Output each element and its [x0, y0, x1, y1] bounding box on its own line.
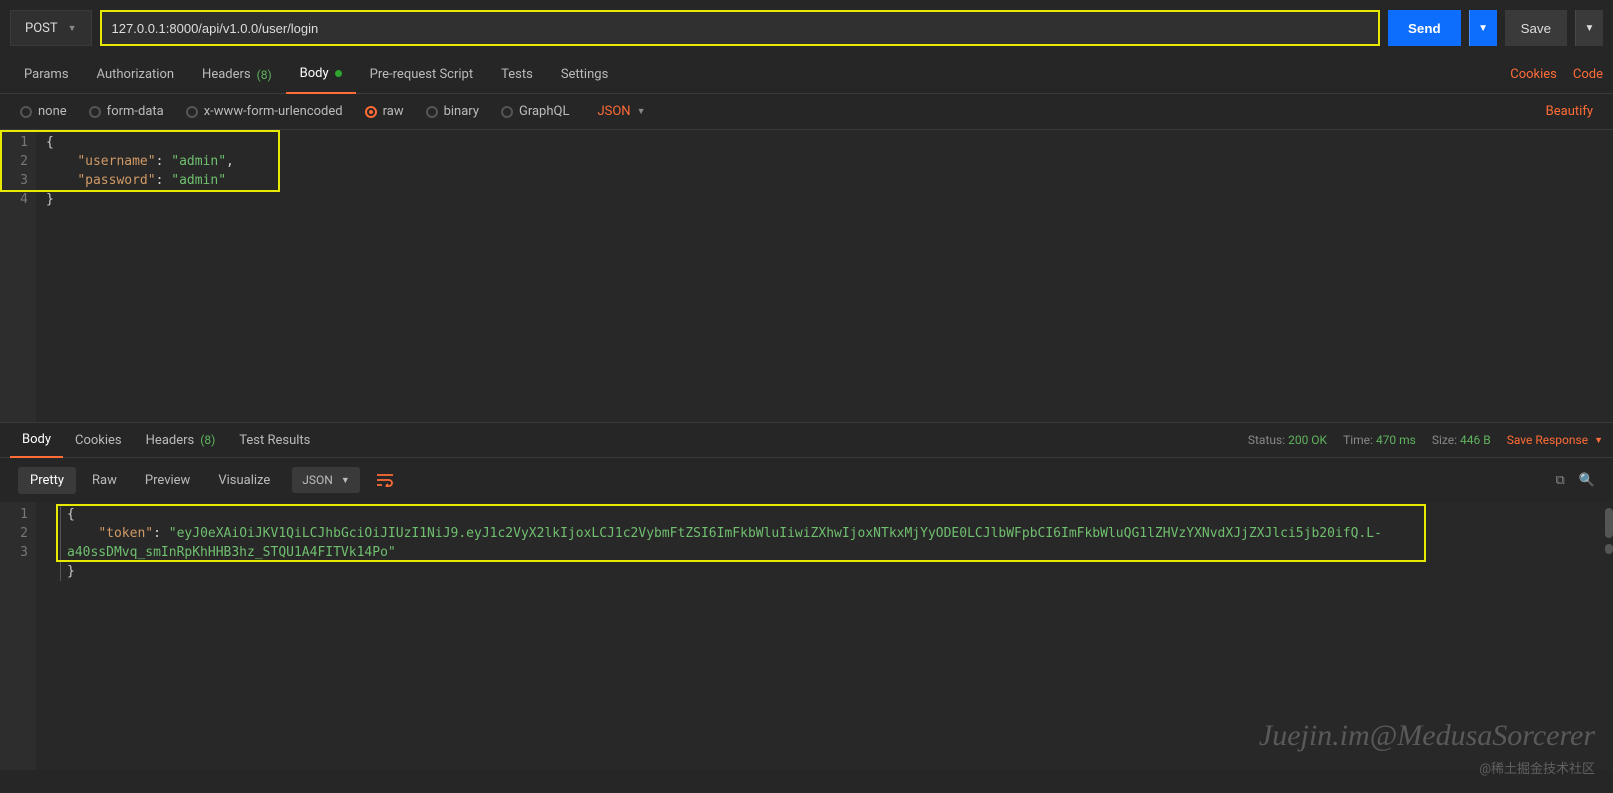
wrap-lines-icon[interactable] [370, 466, 400, 494]
response-language-dropdown[interactable]: JSON ▼ [292, 467, 359, 493]
copy-icon[interactable]: ⧉ [1556, 473, 1565, 488]
radio-icon [501, 106, 513, 118]
body-formdata[interactable]: form-data [89, 104, 164, 119]
chevron-down-icon: ▼ [1594, 435, 1603, 446]
body-none[interactable]: none [20, 104, 67, 119]
status-label: Status: [1248, 433, 1285, 447]
send-dropdown[interactable]: ▼ [1469, 10, 1497, 46]
view-raw[interactable]: Raw [80, 467, 129, 494]
view-preview[interactable]: Preview [133, 467, 202, 494]
tab-body[interactable]: Body [286, 56, 356, 94]
headers-count: (8) [257, 68, 272, 82]
body-raw[interactable]: raw [365, 104, 404, 119]
code-link[interactable]: Code [1573, 67, 1603, 82]
view-visualize[interactable]: Visualize [206, 467, 282, 494]
radio-icon [89, 106, 101, 118]
chevron-down-icon: ▼ [341, 475, 350, 486]
body-language-dropdown[interactable]: JSON ▼ [597, 104, 645, 119]
rtab-headers[interactable]: Headers (8) [134, 422, 228, 458]
tab-body-label: Body [300, 66, 329, 81]
size-value: 446 B [1460, 433, 1491, 447]
chevron-down-icon: ▼ [637, 106, 646, 117]
tab-prerequest[interactable]: Pre-request Script [356, 56, 487, 94]
chevron-down-icon: ▼ [68, 23, 77, 34]
rtab-body[interactable]: Body [10, 422, 63, 458]
size-label: Size: [1432, 433, 1457, 447]
status-value: 200 OK [1288, 433, 1327, 447]
radio-icon [20, 106, 32, 118]
http-method-label: POST [25, 21, 58, 36]
request-tabs: Params Authorization Headers (8) Body Pr… [0, 56, 1613, 94]
highlight-annotation [0, 130, 280, 192]
tab-headers[interactable]: Headers (8) [188, 56, 286, 94]
scrollbar[interactable] [1605, 508, 1613, 538]
save-response-dropdown[interactable]: Save Response ▼ [1507, 433, 1603, 447]
tab-headers-label: Headers [202, 67, 251, 82]
cookies-link[interactable]: Cookies [1510, 67, 1557, 82]
tab-authorization[interactable]: Authorization [83, 56, 189, 94]
request-body-editor[interactable]: 1 2 3 4 { "username": "admin", "password… [0, 130, 1613, 422]
watermark: Juejin.im@MedusaSorcerer [1259, 719, 1595, 753]
view-pretty[interactable]: Pretty [18, 467, 76, 494]
url-input[interactable] [100, 10, 1380, 46]
scrollbar[interactable] [1605, 544, 1613, 554]
radio-icon [426, 106, 438, 118]
http-method-dropdown[interactable]: POST ▼ [10, 10, 92, 46]
body-type-row: none form-data x-www-form-urlencoded raw… [0, 94, 1613, 130]
body-graphql[interactable]: GraphQL [501, 104, 569, 119]
tab-tests[interactable]: Tests [487, 56, 547, 94]
credit-text: @稀土掘金技术社区 [1479, 758, 1595, 777]
save-button[interactable]: Save [1505, 10, 1567, 46]
response-tabs: Body Cookies Headers (8) Test Results St… [0, 422, 1613, 458]
radio-icon [186, 106, 198, 118]
beautify-link[interactable]: Beautify [1546, 104, 1593, 119]
send-button[interactable]: Send [1388, 10, 1461, 46]
rtab-test-results[interactable]: Test Results [227, 422, 322, 458]
time-label: Time: [1343, 433, 1373, 447]
radio-selected-icon [365, 106, 377, 118]
tab-settings[interactable]: Settings [547, 56, 622, 94]
line-gutter: 1 2 3 [0, 502, 36, 770]
highlight-annotation [56, 504, 1426, 562]
rtab-cookies[interactable]: Cookies [63, 422, 134, 458]
time-value: 470 ms [1376, 433, 1416, 447]
search-icon[interactable]: 🔍 [1579, 473, 1595, 488]
body-active-dot-icon [335, 70, 342, 77]
save-dropdown[interactable]: ▼ [1575, 10, 1603, 46]
body-binary[interactable]: binary [426, 104, 479, 119]
body-xwww[interactable]: x-www-form-urlencoded [186, 104, 343, 119]
tab-params[interactable]: Params [10, 56, 83, 94]
response-view-row: Pretty Raw Preview Visualize JSON ▼ ⧉ 🔍 [0, 458, 1613, 502]
